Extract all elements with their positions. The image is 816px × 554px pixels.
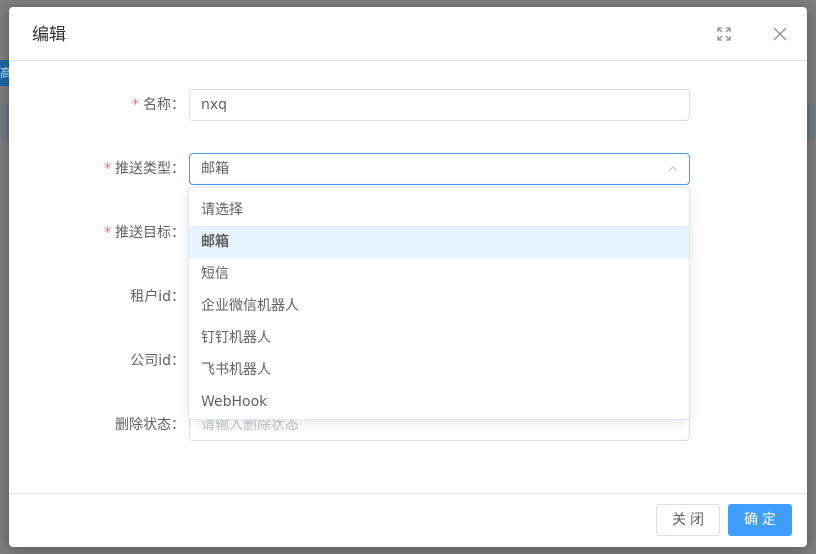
name-label: * 名称： <box>132 97 185 113</box>
chevron-up-icon <box>668 166 678 172</box>
confirm-button[interactable]: 确定 <box>728 504 792 536</box>
name-input[interactable] <box>189 89 690 121</box>
dropdown-option-dingtalk-bot[interactable]: 钉钉机器人 <box>189 322 689 354</box>
close-icon[interactable] <box>771 25 789 43</box>
dropdown-option-placeholder[interactable]: 请选择 <box>189 194 689 226</box>
push-type-dropdown: 请选择 邮箱 短信 企业微信机器人 钉钉机器人 飞书机器人 WebHook <box>188 187 690 420</box>
dropdown-option-webhook[interactable]: WebHook <box>189 386 689 418</box>
close-button[interactable]: 关闭 <box>656 504 720 536</box>
dropdown-option-email[interactable]: 邮箱 <box>189 226 689 258</box>
dropdown-option-sms[interactable]: 短信 <box>189 258 689 290</box>
dialog-header: 编辑 <box>9 7 807 61</box>
push-type-select[interactable]: 邮箱 <box>189 153 690 185</box>
form-row-push-type: * 推送类型： 邮箱 <box>9 153 807 185</box>
delete-status-label: 删除状态： <box>115 417 185 433</box>
company-id-label: 公司id： <box>130 353 185 369</box>
push-target-label: * 推送目标： <box>104 225 185 241</box>
fullscreen-icon[interactable] <box>715 25 733 43</box>
push-type-label: * 推送类型： <box>104 161 185 177</box>
form-row-name: * 名称： <box>9 89 807 121</box>
dropdown-option-feishu-bot[interactable]: 飞书机器人 <box>189 354 689 386</box>
dialog-title: 编辑 <box>32 25 66 45</box>
dialog-footer: 关闭 确定 <box>9 493 807 547</box>
push-type-selected-value: 邮箱 <box>201 161 229 177</box>
dropdown-option-wecom-bot[interactable]: 企业微信机器人 <box>189 290 689 322</box>
tenant-id-label: 租户id： <box>130 289 185 305</box>
